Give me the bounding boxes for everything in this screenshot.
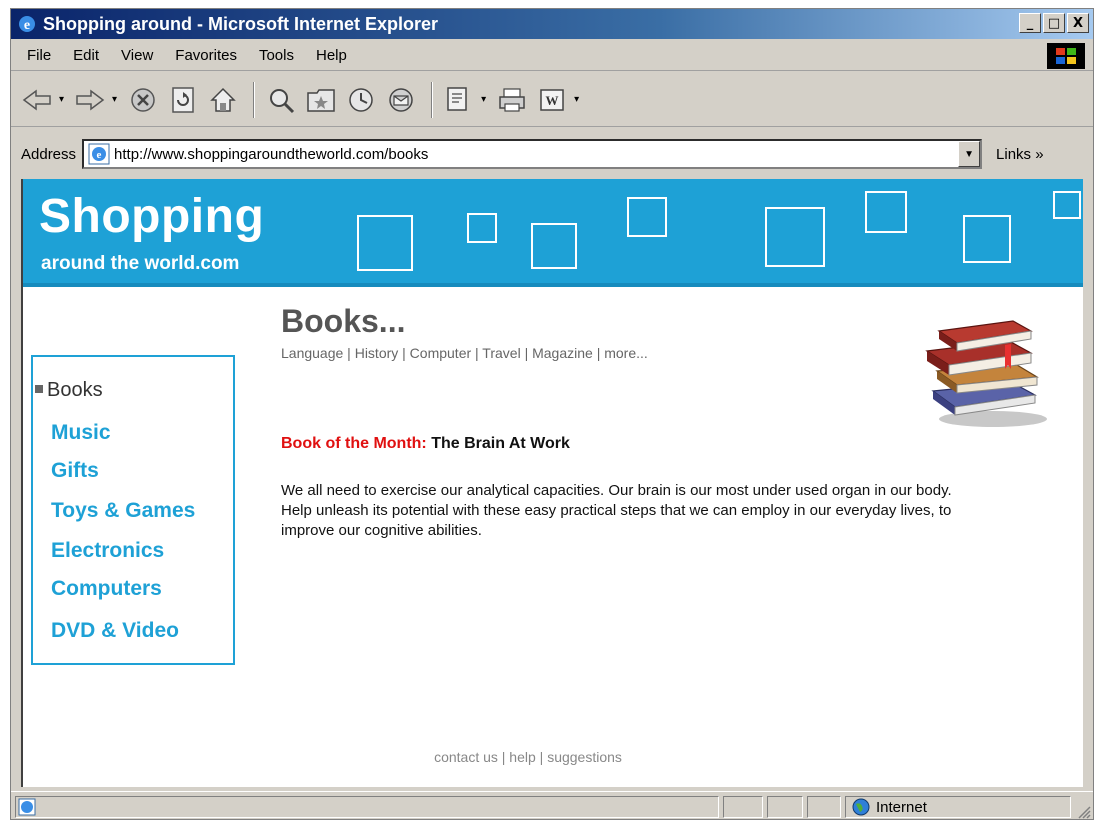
nav-computers[interactable]: Computers [51, 577, 162, 601]
site-logo-subtitle: around the world.com [41, 253, 240, 274]
menu-edit[interactable]: Edit [73, 47, 99, 64]
book-of-the-month: Book of the Month: The Brain At Work [281, 435, 570, 453]
menu-bar: File Edit View Favorites Tools Help [11, 41, 1093, 71]
forward-icon[interactable] [72, 82, 108, 118]
address-label: Address [21, 145, 77, 163]
stop-icon[interactable] [125, 82, 161, 118]
windows-logo-icon [1047, 43, 1085, 69]
nav-electronics[interactable]: Electronics [51, 539, 164, 563]
site-logo-title[interactable]: Shopping [39, 189, 264, 244]
zone-label: Internet [876, 798, 927, 816]
decorative-square [963, 215, 1011, 263]
word-dropdown-icon[interactable]: ▾ [574, 94, 579, 105]
status-cell [723, 796, 763, 818]
mail-icon[interactable] [383, 82, 419, 118]
favorites-icon[interactable] [303, 82, 339, 118]
decorative-square [357, 215, 413, 271]
nav-toys-games[interactable]: Toys & Games [51, 499, 195, 523]
svg-text:e: e [24, 18, 30, 33]
decorative-square [765, 207, 825, 267]
title-bar[interactable]: e Shopping around - Microsoft Internet E… [11, 9, 1093, 39]
window-title: Shopping around - Microsoft Internet Exp… [43, 13, 439, 34]
menu-favorites[interactable]: Favorites [175, 47, 237, 64]
nav-dvd-video[interactable]: DVD & Video [51, 619, 179, 643]
address-url: http://www.shoppingaroundtheworld.com/bo… [114, 145, 429, 163]
resize-grip-icon[interactable] [1075, 803, 1091, 819]
history-icon[interactable] [343, 82, 379, 118]
menu-tools[interactable]: Tools [259, 47, 294, 64]
refresh-icon[interactable] [165, 82, 201, 118]
search-icon[interactable] [263, 82, 299, 118]
edit-dropdown-icon[interactable]: ▾ [481, 94, 486, 105]
category-sidebar: Books Music Gifts Toys & Games Electroni… [31, 355, 235, 665]
status-text-area [15, 796, 719, 818]
ie-page-icon: e [88, 143, 110, 165]
word-icon[interactable]: W [534, 82, 570, 118]
menu-view[interactable]: View [121, 47, 153, 64]
browser-window: e Shopping around - Microsoft Internet E… [10, 8, 1094, 820]
security-zone[interactable]: Internet [845, 796, 1071, 818]
address-bar: Address e http://www.shoppingaroundthewo… [11, 135, 1093, 173]
decorative-square [531, 223, 577, 269]
decorative-square [627, 197, 667, 237]
globe-icon [852, 798, 870, 816]
address-dropdown-icon[interactable]: ▼ [958, 141, 981, 167]
home-icon[interactable] [205, 82, 241, 118]
nav-current-label: Books [47, 379, 103, 401]
ie-icon: e [19, 16, 35, 33]
nav-gifts[interactable]: Gifts [51, 459, 99, 483]
address-input[interactable]: e http://www.shoppingaroundtheworld.com/… [82, 139, 983, 169]
toolbar-separator [253, 81, 256, 118]
nav-current-books[interactable]: Books [35, 379, 103, 402]
svg-text:e: e [97, 149, 102, 161]
decorative-square [467, 213, 497, 243]
menu-file[interactable]: File [27, 47, 51, 64]
menu-help[interactable]: Help [316, 47, 347, 64]
toolbar-separator [431, 81, 434, 118]
decorative-square [1053, 191, 1081, 219]
decorative-square [865, 191, 907, 233]
print-icon[interactable] [494, 82, 530, 118]
footer-links[interactable]: contact us | help | suggestions [23, 749, 823, 765]
maximize-button[interactable]: □ [1043, 13, 1065, 33]
bullet-icon [35, 384, 43, 393]
site-banner: Shopping around the world.com [23, 179, 1083, 287]
page-title: Books... [281, 303, 406, 339]
toolbar: ▾ ▾ ▾ W ▾ [11, 73, 1093, 127]
links-button[interactable]: Links » [996, 146, 1044, 163]
ie-page-icon [18, 798, 36, 816]
minimize-button[interactable]: _ [1019, 13, 1041, 33]
close-button[interactable]: X [1067, 13, 1089, 33]
status-cell [767, 796, 803, 818]
forward-dropdown-icon[interactable]: ▾ [112, 94, 117, 105]
books-stack-icon [925, 320, 1047, 427]
books-subnav[interactable]: Language | History | Computer | Travel |… [281, 345, 648, 361]
book-of-month-label: Book of the Month: [281, 435, 427, 452]
book-of-month-title[interactable]: The Brain At Work [431, 435, 570, 452]
status-bar: Internet [11, 791, 1093, 819]
back-icon[interactable] [19, 82, 55, 118]
nav-music[interactable]: Music [51, 421, 111, 445]
status-cell [807, 796, 841, 818]
page-viewport[interactable]: Shopping around the world.com Books Musi… [21, 179, 1083, 787]
edit-page-icon[interactable] [441, 82, 477, 118]
svg-text:W: W [546, 93, 559, 108]
back-dropdown-icon[interactable]: ▾ [59, 94, 64, 105]
book-description: We all need to exercise our analytical c… [281, 482, 952, 539]
